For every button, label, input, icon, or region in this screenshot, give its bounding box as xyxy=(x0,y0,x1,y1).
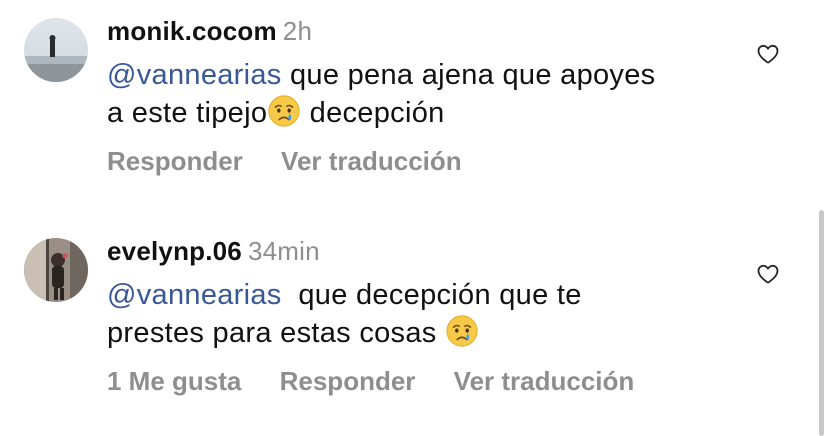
comment-username[interactable]: monik.cocom 2h xyxy=(107,16,312,47)
crying-face-icon xyxy=(268,95,300,127)
comment-timestamp: 2h xyxy=(282,16,313,46)
user-avatar[interactable] xyxy=(24,238,88,302)
comment-text-line1: que decepción que te xyxy=(281,279,582,311)
username-text[interactable]: evelynp.06 xyxy=(107,236,242,266)
comment-text: @vannearias que decepción que te prestes… xyxy=(107,276,747,352)
translate-button[interactable]: Ver traducción xyxy=(281,146,462,177)
mention-link[interactable]: @vannearias xyxy=(107,59,282,91)
comment-text-line2b: decepción xyxy=(301,97,445,129)
crying-face-icon xyxy=(446,315,478,347)
comment-timestamp: 34min xyxy=(247,236,320,266)
likes-count-button[interactable]: 1 Me gusta xyxy=(107,366,241,397)
reply-button[interactable]: Responder xyxy=(280,366,416,397)
mention-link[interactable]: @vannearias xyxy=(107,279,282,311)
comment-text: @vannearias que pena ajena que apoyes a … xyxy=(107,56,747,132)
heart-outline-icon[interactable] xyxy=(756,262,780,286)
comment-actions: Responder Ver traducción xyxy=(107,146,493,177)
translate-button[interactable]: Ver traducción xyxy=(454,366,635,397)
comment-text-line1: que pena ajena que apoyes xyxy=(281,59,656,91)
comment-text-line2a: a este tipejo xyxy=(107,97,268,129)
heart-outline-icon[interactable] xyxy=(756,42,780,66)
username-text[interactable]: monik.cocom xyxy=(107,16,277,46)
comment-username[interactable]: evelynp.06 34min xyxy=(107,236,320,267)
reply-button[interactable]: Responder xyxy=(107,146,243,177)
user-avatar[interactable] xyxy=(24,18,88,82)
comment-text-line2: prestes para estas cosas xyxy=(107,317,445,349)
comment-actions: 1 Me gusta Responder Ver traducción xyxy=(107,366,665,397)
scrollbar[interactable] xyxy=(819,210,824,436)
